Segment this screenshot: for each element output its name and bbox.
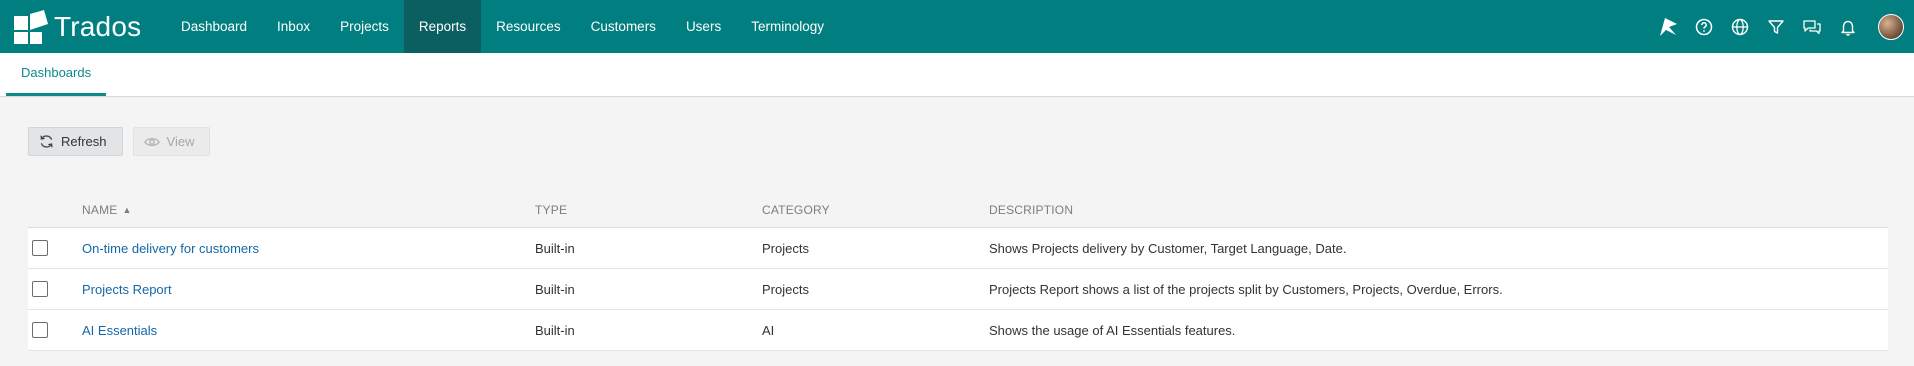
header-description[interactable]: DESCRIPTION — [989, 203, 1888, 217]
header-name-label: NAME — [82, 202, 118, 217]
dashboard-description: Shows Projects delivery by Customer, Tar… — [989, 240, 1347, 256]
view-label: View — [166, 134, 195, 149]
app-name: Trados — [54, 10, 142, 42]
nav-users[interactable]: Users — [671, 0, 736, 53]
row-checkbox[interactable] — [32, 240, 48, 256]
table-header: NAME ▲ TYPE CATEGORY DESCRIPTION — [28, 192, 1888, 228]
dashboard-name-link[interactable]: AI Essentials — [82, 323, 157, 338]
toolbar: Refresh View — [28, 127, 211, 156]
dashboards-table: NAME ▲ TYPE CATEGORY DESCRIPTION On-time … — [28, 192, 1888, 351]
dashboard-type: Built-in — [535, 240, 575, 256]
eye-icon — [143, 137, 160, 146]
dashboard-category: Projects — [762, 240, 809, 256]
header-type[interactable]: TYPE — [535, 203, 762, 217]
header-category[interactable]: CATEGORY — [762, 203, 989, 217]
dashboard-type: Built-in — [535, 281, 575, 297]
dashboard-name-link[interactable]: On-time delivery for customers — [82, 241, 259, 256]
nav-dashboard[interactable]: Dashboard — [166, 0, 262, 53]
dashboard-category: AI — [762, 322, 775, 338]
view-button[interactable]: View — [132, 127, 211, 156]
subtab-bar: Dashboards — [0, 53, 1914, 97]
filter-icon[interactable] — [1758, 0, 1794, 53]
nav-resources[interactable]: Resources — [481, 0, 576, 53]
sort-ascending-icon: ▲ — [122, 204, 132, 215]
top-navigation-bar: Trados Dashboard Inbox Projects Reports … — [0, 0, 1914, 53]
top-right-icons — [1650, 0, 1914, 53]
dashboard-category: Projects — [762, 281, 809, 297]
bell-icon[interactable] — [1830, 0, 1866, 53]
trados-logo-icon — [14, 9, 48, 44]
globe-icon[interactable] — [1722, 0, 1758, 53]
dashboard-type: Built-in — [535, 322, 575, 338]
dashboard-name-link[interactable]: Projects Report — [82, 282, 172, 297]
table-row[interactable]: Projects Report Built-in Projects Projec… — [28, 269, 1888, 310]
trados-logo[interactable]: Trados — [0, 0, 166, 53]
row-checkbox[interactable] — [32, 322, 48, 338]
nav-terminology[interactable]: Terminology — [736, 0, 839, 53]
refresh-label: Refresh — [61, 134, 107, 149]
refresh-button[interactable]: Refresh — [28, 127, 123, 156]
row-checkbox[interactable] — [32, 281, 48, 297]
tab-dashboards[interactable]: Dashboards — [6, 52, 107, 96]
dashboard-description: Shows the usage of AI Essentials feature… — [989, 322, 1236, 338]
help-icon[interactable] — [1686, 0, 1722, 53]
refresh-icon — [40, 135, 53, 148]
nav-customers[interactable]: Customers — [576, 0, 671, 53]
nav-inbox[interactable]: Inbox — [262, 0, 325, 53]
dashboard-description: Projects Report shows a list of the proj… — [989, 281, 1503, 297]
table-row[interactable]: On-time delivery for customers Built-in … — [28, 228, 1888, 269]
header-name[interactable]: NAME ▲ — [82, 203, 535, 217]
main-nav: Dashboard Inbox Projects Reports Resourc… — [166, 0, 839, 53]
launch-icon[interactable] — [1650, 0, 1686, 53]
table-row[interactable]: AI Essentials Built-in AI Shows the usag… — [28, 310, 1888, 351]
nav-reports[interactable]: Reports — [403, 0, 482, 53]
avatar[interactable] — [1878, 13, 1904, 40]
chat-icon[interactable] — [1794, 0, 1830, 53]
nav-projects[interactable]: Projects — [325, 0, 404, 53]
